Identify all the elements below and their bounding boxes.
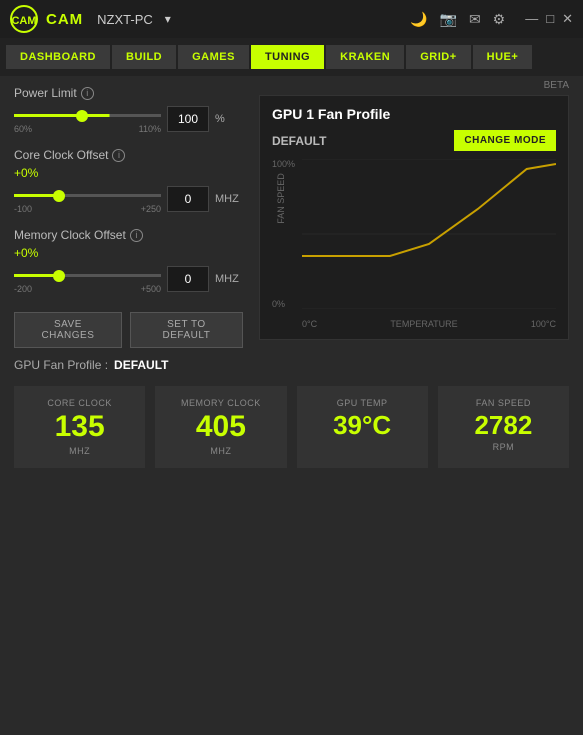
titlebar-left: CAM CAM NZXT-PC ▾ — [10, 5, 171, 33]
stat-core-clock-value: 135 — [55, 412, 105, 442]
nav-grid[interactable]: GRID+ — [406, 45, 470, 69]
power-limit-unit: % — [215, 113, 243, 125]
maximize-button[interactable]: □ — [546, 11, 554, 27]
core-clock-label: Core Clock Offset i — [14, 148, 243, 162]
y-label-100: 100% — [272, 159, 295, 169]
power-limit-input[interactable] — [167, 106, 209, 132]
minimize-button[interactable]: — — [525, 11, 538, 27]
titlebar-right: 🌙 📷 ✉ ⚙ — □ ✕ — [410, 11, 573, 28]
stat-core-clock-unit: MHZ — [69, 446, 90, 456]
memory-clock-unit: MHZ — [215, 273, 243, 285]
change-mode-button[interactable]: CHANGE MODE — [454, 130, 556, 151]
settings-icon[interactable]: ⚙ — [493, 11, 506, 28]
memory-clock-input[interactable] — [167, 266, 209, 292]
core-clock-slider-container: -100 +250 — [14, 184, 161, 214]
chart-inner — [302, 159, 556, 309]
gpu-profile-name: DEFAULT — [114, 358, 168, 372]
nav-dashboard[interactable]: DASHBOARD — [6, 45, 110, 69]
x-label-100: 100°C — [531, 319, 556, 329]
navbar: DASHBOARD BUILD GAMES TUNING KRAKEN GRID… — [0, 38, 583, 76]
power-limit-slider-row: 60% 110% % — [14, 104, 243, 134]
stat-memory-clock: MEMORY CLOCK 405 MHZ — [155, 386, 286, 468]
controls-panel: Power Limit i 60% 110% % — [14, 86, 247, 348]
fan-speed-y-axis-label: FAN SPEED — [276, 173, 286, 224]
main-content: Power Limit i 60% 110% % — [0, 76, 583, 478]
memory-clock-min: -200 — [14, 284, 32, 294]
stat-fan-speed-unit: RPM — [493, 442, 515, 452]
stat-fan-speed-value: 2782 — [474, 412, 532, 438]
stat-fan-speed: Fan Speed 2782 RPM — [438, 386, 569, 468]
stat-memory-clock-value: 405 — [196, 412, 246, 442]
x-label-0: 0°C — [302, 319, 317, 329]
stat-core-clock-label: CORE CLOCK — [47, 398, 112, 408]
nav-games[interactable]: GAMES — [178, 45, 249, 69]
camera-icon[interactable]: 📷 — [440, 11, 457, 28]
chart-x-labels: 0°C TEMPERATURE 100°C — [302, 319, 556, 329]
power-limit-slider-container: 60% 110% — [14, 104, 161, 134]
pc-name: NZXT-PC — [97, 12, 153, 27]
controls-row: Power Limit i 60% 110% % — [14, 86, 569, 348]
fan-panel: GPU 1 Fan Profile DEFAULT CHANGE MODE 10… — [259, 95, 569, 340]
core-clock-slider-row: -100 +250 MHZ — [14, 184, 243, 214]
memory-clock-slider-row: -200 +500 MHZ — [14, 264, 243, 294]
memory-clock-slider-container: -200 +500 — [14, 264, 161, 294]
memory-clock-max: +500 — [141, 284, 161, 294]
titlebar: CAM CAM NZXT-PC ▾ 🌙 📷 ✉ ⚙ — □ ✕ — [0, 0, 583, 38]
moon-icon[interactable]: 🌙 — [410, 11, 427, 28]
stat-gpu-temp: GPU TEMP 39°C — [297, 386, 428, 468]
power-limit-group: Power Limit i 60% 110% % — [14, 86, 243, 134]
svg-text:CAM: CAM — [11, 15, 36, 27]
fan-chart-svg — [302, 159, 556, 309]
core-clock-input[interactable] — [167, 186, 209, 212]
core-clock-info-icon[interactable]: i — [112, 149, 125, 162]
memory-clock-label: Memory Clock Offset i — [14, 228, 243, 242]
beta-label: BETA — [259, 80, 569, 91]
y-label-0: 0% — [272, 299, 295, 309]
stats-row: CORE CLOCK 135 MHZ MEMORY CLOCK 405 MHZ … — [14, 386, 569, 468]
set-to-default-button[interactable]: SET TO DEFAULT — [130, 312, 243, 348]
stat-fan-speed-label: Fan Speed — [476, 398, 531, 408]
gpu-profile-row: GPU Fan Profile : DEFAULT — [14, 358, 569, 372]
power-limit-slider[interactable] — [14, 114, 161, 117]
core-clock-group: Core Clock Offset i +0% -100 +250 MHZ — [14, 148, 243, 214]
stat-memory-clock-unit: MHZ — [210, 446, 231, 456]
memory-clock-group: Memory Clock Offset i +0% -200 +500 MHZ — [14, 228, 243, 294]
stat-gpu-temp-unit — [361, 442, 364, 452]
power-limit-min: 60% — [14, 124, 32, 134]
stat-gpu-temp-value: 39°C — [333, 412, 391, 438]
action-buttons: SAVE CHANGES SET TO DEFAULT — [14, 312, 243, 348]
core-clock-offset-display: +0% — [14, 166, 243, 180]
core-clock-unit: MHZ — [215, 193, 243, 205]
power-limit-label: Power Limit i — [14, 86, 243, 100]
fan-chart-area: 100% 0% FAN SPEED — [272, 159, 556, 329]
nav-tuning[interactable]: TUNING — [251, 45, 324, 69]
window-controls: — □ ✕ — [525, 11, 573, 27]
power-limit-max: 110% — [139, 124, 161, 134]
nzxt-logo-icon: CAM — [10, 5, 38, 33]
power-limit-info-icon[interactable]: i — [81, 87, 94, 100]
gpu-profile-label: GPU Fan Profile : — [14, 358, 108, 372]
app-name: CAM — [46, 11, 83, 28]
nav-kraken[interactable]: KRAKEN — [326, 45, 404, 69]
stat-memory-clock-label: MEMORY CLOCK — [181, 398, 261, 408]
fan-panel-title: GPU 1 Fan Profile — [272, 106, 556, 122]
stat-core-clock: CORE CLOCK 135 MHZ — [14, 386, 145, 468]
nav-hue[interactable]: HUE+ — [473, 45, 533, 69]
memory-clock-slider[interactable] — [14, 274, 161, 277]
core-clock-max: +250 — [141, 204, 161, 214]
x-label-temp: TEMPERATURE — [390, 319, 457, 329]
memory-clock-offset-display: +0% — [14, 246, 243, 260]
fan-mode-label: DEFAULT — [272, 134, 326, 148]
save-changes-button[interactable]: SAVE CHANGES — [14, 312, 122, 348]
fan-mode-row: DEFAULT CHANGE MODE — [272, 130, 556, 151]
core-clock-min: -100 — [14, 204, 32, 214]
dropdown-icon[interactable]: ▾ — [165, 12, 171, 26]
nav-build[interactable]: BUILD — [112, 45, 176, 69]
mail-icon[interactable]: ✉ — [469, 11, 481, 28]
core-clock-slider[interactable] — [14, 194, 161, 197]
memory-clock-info-icon[interactable]: i — [130, 229, 143, 242]
stat-gpu-temp-label: GPU TEMP — [337, 398, 388, 408]
close-button[interactable]: ✕ — [562, 11, 573, 27]
